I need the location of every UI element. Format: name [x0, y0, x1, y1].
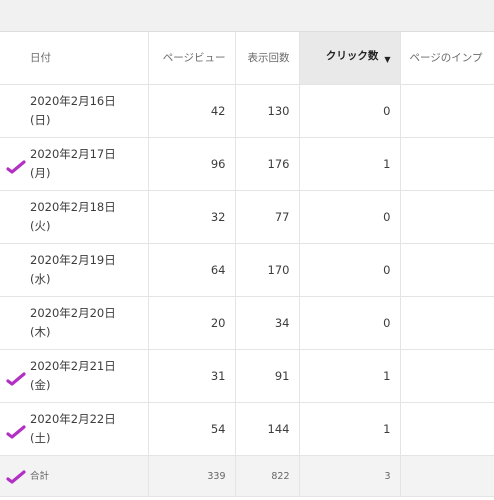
pageviews-cell: 96 [148, 137, 236, 191]
weekday-text: (月) [30, 166, 51, 180]
total-pageviews-cell: 339 [148, 455, 236, 497]
clicks-column-label: クリック数 [325, 50, 379, 62]
checkmark-annotation-icon [6, 425, 26, 439]
clicks-cell: 0 [299, 190, 401, 244]
impressions-cell: 77 [235, 190, 300, 244]
pageviews-cell: 20 [148, 296, 236, 350]
weekday-text: (日) [30, 113, 51, 127]
date-cell: 2020年2月19日 (水) [0, 243, 149, 297]
table-row: 2020年2月20日 (木) 20 34 0 [0, 296, 494, 350]
date-text: 2020年2月18日 [30, 200, 116, 214]
impressions-cell: 144 [235, 402, 300, 456]
date-text: 2020年2月16日 [30, 94, 116, 108]
page-impressions-cell [400, 190, 494, 244]
top-bar [0, 0, 494, 32]
pageviews-cell: 54 [148, 402, 236, 456]
impressions-cell: 34 [235, 296, 300, 350]
checkmark-annotation-icon [6, 372, 26, 386]
pageviews-cell: 32 [148, 190, 236, 244]
total-impressions-cell: 822 [235, 455, 300, 497]
date-text: 2020年2月19日 [30, 253, 116, 267]
impressions-cell: 130 [235, 84, 300, 138]
table-row: 2020年2月17日 (月) 96 176 1 [0, 137, 494, 191]
impressions-cell: 176 [235, 137, 300, 191]
date-text: 2020年2月20日 [30, 306, 116, 320]
weekday-text: (水) [30, 272, 51, 286]
table-row: 2020年2月18日 (火) 32 77 0 [0, 190, 494, 244]
pageviews-cell: 42 [148, 84, 236, 138]
date-cell: 2020年2月22日 (土) [0, 402, 149, 456]
weekday-text: (土) [30, 431, 51, 445]
page-impressions-cell [400, 137, 494, 191]
weekday-text: (木) [30, 325, 51, 339]
page-impressions-cell [400, 349, 494, 403]
impressions-cell: 170 [235, 243, 300, 297]
total-page-impressions-cell [400, 455, 494, 497]
clicks-column-header[interactable]: クリック数 ▼ [299, 32, 401, 85]
date-cell: 2020年2月17日 (月) [0, 137, 149, 191]
checkmark-annotation-icon [6, 470, 26, 484]
page-impressions-cell [400, 402, 494, 456]
table-row: 2020年2月16日 (日) 42 130 0 [0, 84, 494, 138]
total-row: 合計 339 822 3 [0, 455, 494, 497]
clicks-cell: 0 [299, 84, 401, 138]
date-column-header[interactable]: 日付 [0, 32, 149, 85]
date-text: 2020年2月22日 [30, 412, 116, 426]
checkmark-annotation-icon [6, 160, 26, 174]
impressions-column-header[interactable]: 表示回数 [235, 32, 300, 85]
clicks-cell: 1 [299, 349, 401, 403]
page-impressions-column-header[interactable]: ページのインプ [400, 32, 494, 85]
clicks-cell: 1 [299, 402, 401, 456]
weekday-text: (金) [30, 378, 51, 392]
total-label: 合計 [30, 470, 50, 482]
clicks-cell: 1 [299, 137, 401, 191]
impressions-cell: 91 [235, 349, 300, 403]
table-row: 2020年2月21日 (金) 31 91 1 [0, 349, 494, 403]
page-impressions-cell [400, 84, 494, 138]
clicks-cell: 0 [299, 243, 401, 297]
total-label-cell: 合計 [0, 455, 149, 497]
weekday-text: (火) [30, 219, 51, 233]
table-row: 2020年2月22日 (土) 54 144 1 [0, 402, 494, 456]
report-table: 日付 ページビュー 表示回数 クリック数 ▼ ページのインプ 2020年2月16日… [0, 32, 494, 497]
date-cell: 2020年2月20日 (木) [0, 296, 149, 350]
pageviews-column-header[interactable]: ページビュー [148, 32, 236, 85]
pageviews-cell: 31 [148, 349, 236, 403]
date-cell: 2020年2月21日 (金) [0, 349, 149, 403]
clicks-cell: 0 [299, 296, 401, 350]
page-impressions-cell [400, 296, 494, 350]
header-row: 日付 ページビュー 表示回数 クリック数 ▼ ページのインプ [0, 32, 494, 85]
total-clicks-cell: 3 [299, 455, 401, 497]
date-text: 2020年2月17日 [30, 147, 116, 161]
date-cell: 2020年2月18日 (火) [0, 190, 149, 244]
table-row: 2020年2月19日 (水) 64 170 0 [0, 243, 494, 297]
pageviews-cell: 64 [148, 243, 236, 297]
sort-descending-icon: ▼ [384, 55, 391, 64]
page-impressions-cell [400, 243, 494, 297]
date-cell: 2020年2月16日 (日) [0, 84, 149, 138]
date-text: 2020年2月21日 [30, 359, 116, 373]
